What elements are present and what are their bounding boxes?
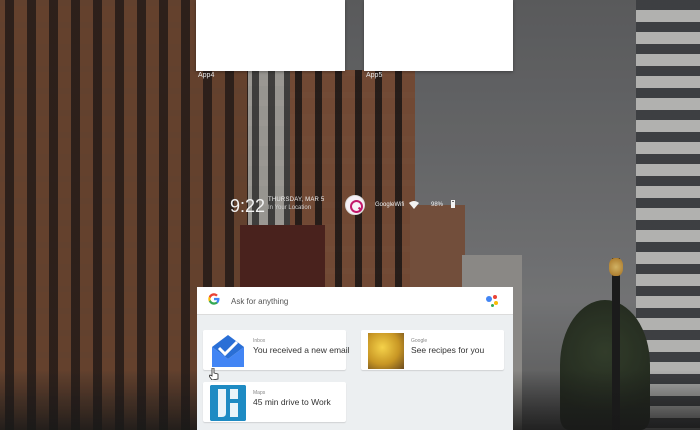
app-card-app4[interactable] xyxy=(196,0,345,71)
assistant-avatar-icon[interactable] xyxy=(345,195,365,215)
app-label-app4: App4 xyxy=(198,72,215,79)
card-recipes[interactable]: Google See recipes for you xyxy=(361,330,504,370)
carrier-label: GoogleWifi xyxy=(375,202,405,208)
location-label: In Your Location xyxy=(268,205,312,211)
card-inbox[interactable]: Inbox You received a new email xyxy=(203,330,350,370)
maps-icon xyxy=(210,385,246,421)
wifi-icon xyxy=(409,201,419,209)
inbox-icon xyxy=(210,333,246,369)
hand-cursor-icon xyxy=(209,368,219,380)
search-input[interactable] xyxy=(231,292,471,310)
card-text: You received a new email xyxy=(253,345,350,355)
date-block: THURSDAY, MAR 5 In Your Location xyxy=(268,197,324,211)
card-maps[interactable]: Maps 45 min drive to Work xyxy=(203,382,346,422)
app-label-app5: App5 xyxy=(366,72,383,79)
card-source-label: Google xyxy=(411,338,428,344)
card-text: See recipes for you xyxy=(411,345,485,355)
assistant-mic-icon[interactable] xyxy=(486,295,500,309)
battery-percent: 98% xyxy=(431,202,444,208)
app-card-app5[interactable] xyxy=(364,0,513,71)
card-source-label: Maps xyxy=(253,390,266,396)
google-panel: Inbox You received a new email Google Se… xyxy=(197,287,513,430)
search-bar[interactable] xyxy=(197,287,513,315)
card-text: 45 min drive to Work xyxy=(253,397,331,407)
card-source-label: Inbox xyxy=(253,338,266,344)
battery-icon xyxy=(451,200,455,208)
clock-time: 9:22 xyxy=(230,196,266,216)
date-label: THURSDAY, MAR 5 xyxy=(268,197,325,203)
google-g-icon xyxy=(208,293,220,305)
google-logo-icon xyxy=(208,293,220,308)
recipe-photo-icon xyxy=(368,333,404,369)
